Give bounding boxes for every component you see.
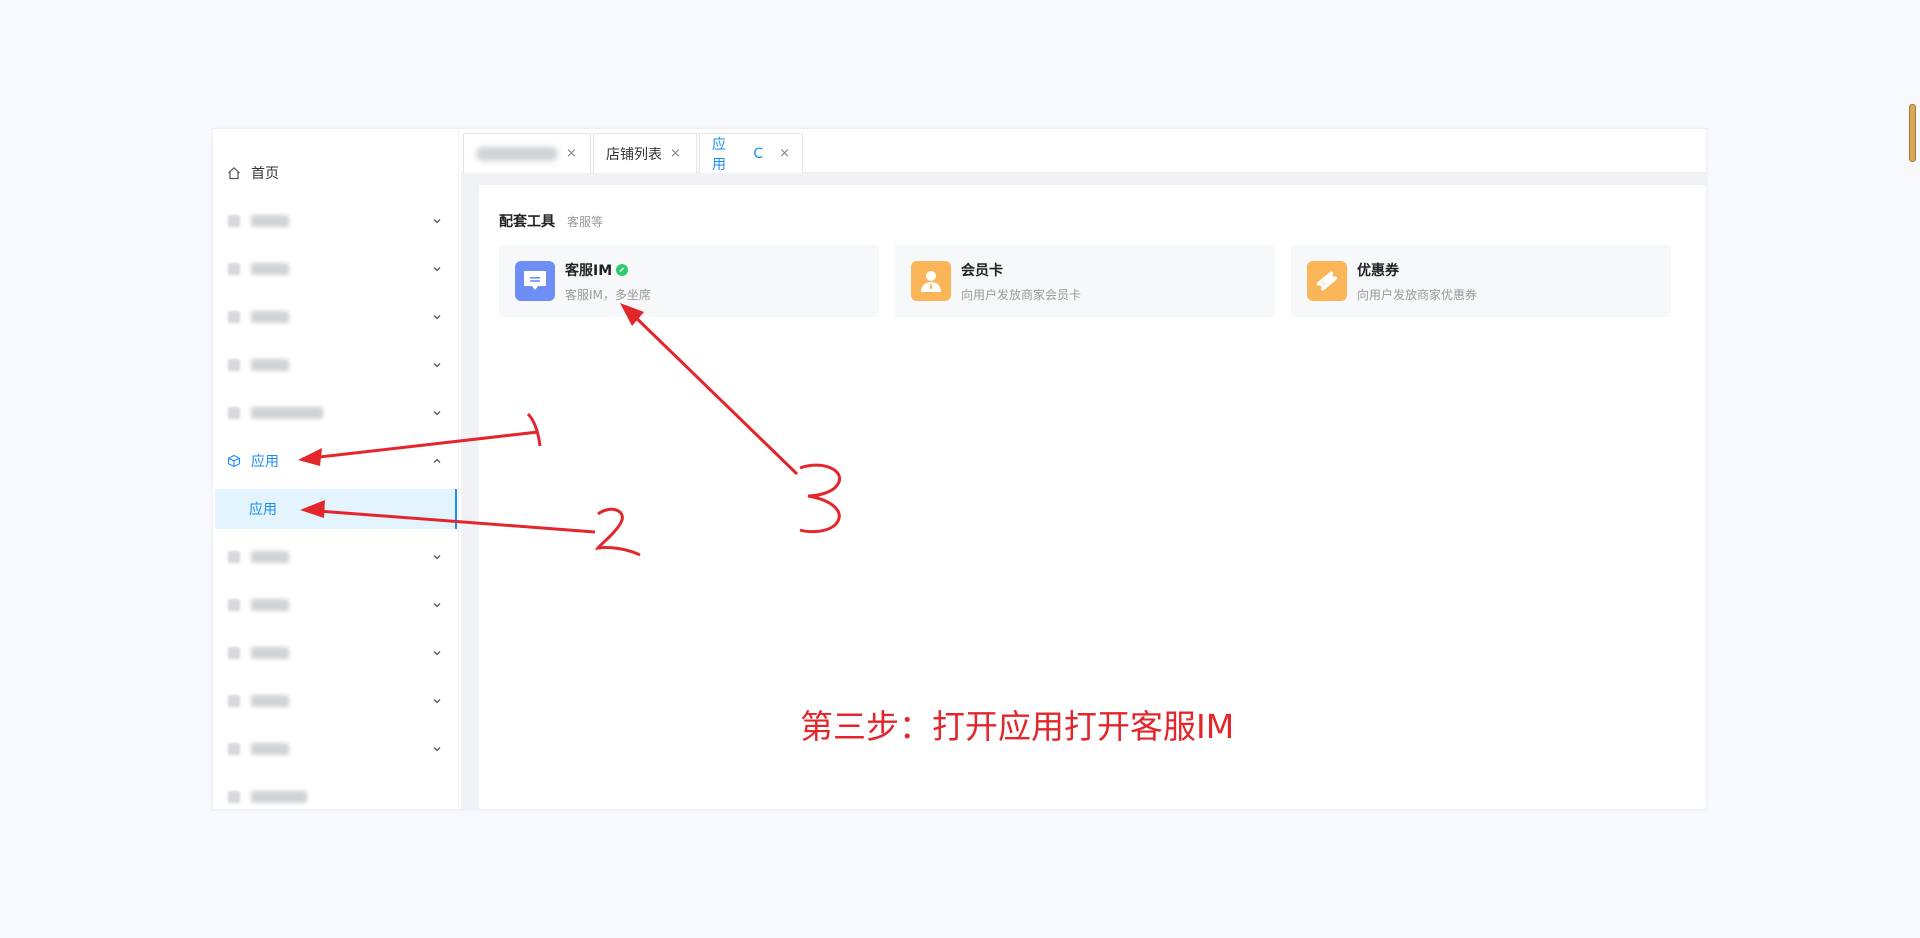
card-description: 客服IM，多坐席 xyxy=(565,287,651,302)
tab-redacted[interactable]: × xyxy=(463,133,591,173)
redacted-label xyxy=(251,407,323,419)
annotation-instruction: 第三步：打开应用打开客服IM xyxy=(800,707,1235,746)
redacted-icon xyxy=(227,742,241,756)
scrollbar-thumb[interactable] xyxy=(1909,104,1916,162)
redacted-icon xyxy=(227,598,241,612)
tab-label: 应用 xyxy=(712,136,726,173)
chevron-down-icon xyxy=(433,699,441,704)
redacted-icon xyxy=(227,262,241,276)
redacted-label xyxy=(251,695,289,707)
chevron-down-icon xyxy=(433,315,441,320)
redacted-label xyxy=(251,647,289,659)
card-description: 向用户发放商家会员卡 xyxy=(961,287,1082,302)
tab-apps[interactable]: 应用 C × xyxy=(699,133,803,173)
redacted-icon xyxy=(227,406,241,420)
tab-store-list[interactable]: 店铺列表 × xyxy=(593,133,697,173)
redacted-icon xyxy=(227,646,241,660)
sidebar-item-redacted[interactable] xyxy=(213,729,458,769)
sidebar-item-redacted[interactable] xyxy=(213,201,458,241)
redacted-label xyxy=(251,263,289,275)
redacted-icon xyxy=(227,358,241,372)
chat-icon xyxy=(515,261,555,301)
chevron-down-icon xyxy=(433,603,441,608)
sidebar-item-redacted[interactable] xyxy=(213,633,458,673)
app-card-coupon[interactable]: 优惠券 向用户发放商家优惠券 xyxy=(1291,245,1671,317)
redacted-icon xyxy=(227,694,241,708)
redacted-icon xyxy=(227,790,241,804)
chevron-up-icon xyxy=(433,458,441,463)
chevron-down-icon xyxy=(433,747,441,752)
redacted-label xyxy=(251,743,289,755)
sidebar-item-redacted[interactable] xyxy=(213,681,458,721)
sidebar-item-redacted[interactable] xyxy=(213,345,458,385)
card-description: 向用户发放商家优惠券 xyxy=(1357,287,1478,302)
sidebar-subitem-apps[interactable]: 应用 xyxy=(215,489,457,529)
redacted-icon xyxy=(227,310,241,324)
card-title: 优惠券 xyxy=(1357,262,1399,279)
sidebar-item-redacted[interactable] xyxy=(213,249,458,289)
section-subtitle: 客服等 xyxy=(567,215,604,229)
member-icon xyxy=(911,261,951,301)
sidebar-item-redacted[interactable] xyxy=(213,297,458,337)
card-title: 会员卡 xyxy=(961,262,1003,279)
redacted-icon xyxy=(227,214,241,228)
verified-badge-icon xyxy=(616,263,629,276)
sidebar-item-home[interactable]: 首页 xyxy=(213,153,458,193)
home-icon xyxy=(227,166,241,180)
app-card-customer-service-im[interactable]: 客服IM 客服IM，多坐席 xyxy=(499,245,879,317)
chevron-down-icon xyxy=(433,555,441,560)
sidebar-item-redacted[interactable] xyxy=(213,393,458,433)
chevron-down-icon xyxy=(433,411,441,416)
tab-bar: × 店铺列表 × 应用 C × xyxy=(461,133,1706,173)
redacted-label xyxy=(251,551,289,563)
sidebar-item-label: 首页 xyxy=(251,166,279,182)
refresh-icon[interactable]: C xyxy=(753,146,763,162)
sidebar-item-redacted[interactable] xyxy=(213,537,458,577)
sidebar-subitem-label: 应用 xyxy=(249,502,277,518)
cube-icon xyxy=(227,454,241,468)
redacted-label xyxy=(476,146,558,161)
chevron-down-icon xyxy=(433,363,441,368)
redacted-label xyxy=(251,359,289,371)
close-icon[interactable]: × xyxy=(779,146,790,161)
coupon-icon xyxy=(1307,261,1347,301)
redacted-label xyxy=(251,599,289,611)
redacted-label xyxy=(251,791,307,803)
sidebar-item-redacted[interactable] xyxy=(213,777,458,809)
chevron-down-icon xyxy=(433,651,441,656)
chevron-down-icon xyxy=(433,219,441,224)
close-icon[interactable]: × xyxy=(670,146,681,161)
sidebar-item-redacted[interactable] xyxy=(213,585,458,625)
sidebar: 首页 应用 应用 xyxy=(213,129,459,809)
sidebar-item-label: 应用 xyxy=(251,454,279,470)
card-title: 客服IM xyxy=(565,262,613,279)
sidebar-item-apps[interactable]: 应用 xyxy=(213,441,458,481)
app-card-membership-card[interactable]: 会员卡 向用户发放商家会员卡 xyxy=(895,245,1275,317)
redacted-label xyxy=(251,215,289,227)
chevron-down-icon xyxy=(433,267,441,272)
section-title: 配套工具 xyxy=(499,214,555,230)
close-icon[interactable]: × xyxy=(566,146,577,161)
redacted-icon xyxy=(227,550,241,564)
tab-label: 店铺列表 xyxy=(606,146,662,163)
redacted-label xyxy=(251,311,289,323)
section-header: 配套工具 客服等 xyxy=(499,211,603,231)
